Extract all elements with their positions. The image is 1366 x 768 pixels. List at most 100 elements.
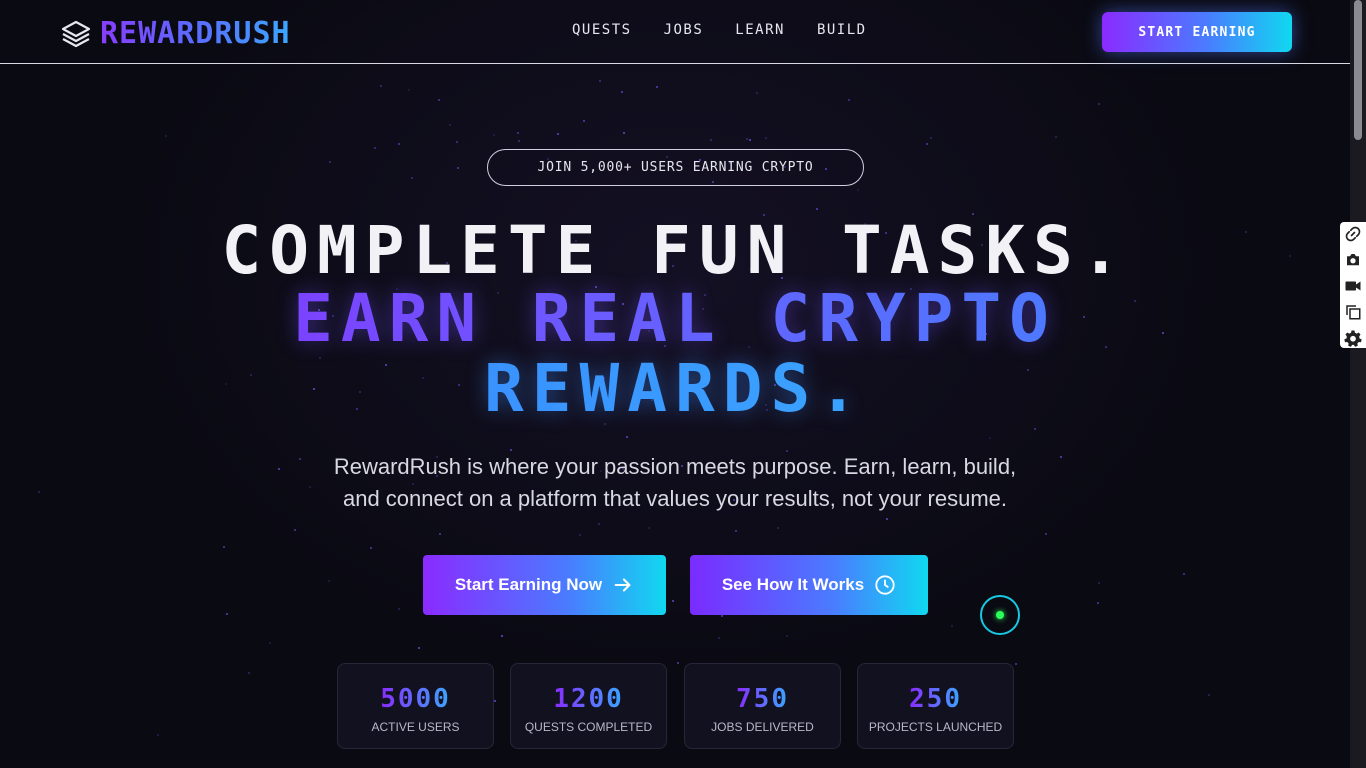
star-dot xyxy=(501,635,504,638)
vertical-scrollbar[interactable] xyxy=(1350,0,1366,768)
star-dot xyxy=(599,80,602,83)
star-dot xyxy=(379,84,382,87)
see-how-it-works-label: See How It Works xyxy=(721,575,865,594)
status-orb[interactable] xyxy=(980,595,1020,635)
star-dot xyxy=(625,436,628,439)
star-dot xyxy=(1033,428,1036,430)
star-dot xyxy=(397,142,400,145)
star-dot xyxy=(493,699,496,702)
star-dot xyxy=(989,436,992,439)
star-dot xyxy=(328,579,331,582)
star-dot xyxy=(269,641,272,644)
star-dot xyxy=(648,526,651,529)
star-dot xyxy=(294,529,297,532)
copy-icon[interactable] xyxy=(1343,302,1363,322)
star-dot xyxy=(1098,103,1101,106)
star-dot xyxy=(455,141,458,144)
star-dot xyxy=(1060,456,1063,459)
star-dot xyxy=(226,613,229,616)
start-earning-now-button[interactable]: Start Earning Now xyxy=(423,555,666,615)
star-dot xyxy=(1015,662,1017,665)
star-dot xyxy=(1096,601,1099,604)
star-dot xyxy=(439,532,442,535)
stat-label: PROJECTS LAUNCHED xyxy=(868,720,1003,734)
brand-logo[interactable]: REWARDRUSH xyxy=(60,16,291,51)
headline-line-2: EARN REAL CRYPTO xyxy=(0,280,1350,357)
main-nav: QUESTS JOBS LEARN BUILD xyxy=(572,22,867,38)
stat-value: 750 xyxy=(736,684,789,714)
nav-item-quests[interactable]: QUESTS xyxy=(572,22,632,38)
stat-card-active-users: 5000 ACTIVE USERS xyxy=(337,663,494,749)
star-dot xyxy=(776,526,779,529)
scrollbar-thumb[interactable] xyxy=(1354,0,1362,140)
star-dot xyxy=(328,160,331,163)
floating-tool-panel xyxy=(1340,222,1366,348)
users-badge: JOIN 5,000+ USERS EARNING CRYPTO xyxy=(487,149,864,186)
nav-item-build[interactable]: BUILD xyxy=(817,22,867,38)
layers-icon xyxy=(61,20,91,47)
stat-card-projects-launched: 250 PROJECTS LAUNCHED xyxy=(857,663,1014,749)
nav-item-learn[interactable]: LEARN xyxy=(735,22,785,38)
star-dot xyxy=(583,119,586,122)
stat-value: 5000 xyxy=(380,684,451,714)
stat-label: JOBS DELIVERED xyxy=(711,720,814,734)
star-dot xyxy=(598,523,601,526)
star-dot xyxy=(223,545,226,548)
clock-icon xyxy=(875,575,895,595)
star-dot xyxy=(710,138,713,141)
arrow-right-icon xyxy=(614,578,631,592)
star-dot xyxy=(1207,694,1210,697)
link-icon[interactable] xyxy=(1343,224,1363,244)
see-how-it-works-button[interactable]: See How It Works xyxy=(690,555,928,615)
hero-subtitle: RewardRush is where your passion meets p… xyxy=(300,451,1050,515)
star-dot xyxy=(516,131,519,134)
star-dot xyxy=(398,607,401,610)
star-dot xyxy=(156,734,159,737)
stat-label: ACTIVE USERS xyxy=(371,720,460,734)
star-dot xyxy=(848,99,851,102)
star-dot xyxy=(765,137,768,140)
star-dot xyxy=(756,91,759,94)
star-dot xyxy=(672,599,675,602)
star-dot xyxy=(164,134,167,137)
star-dot xyxy=(621,91,624,94)
star-dot xyxy=(437,99,440,102)
star-dot xyxy=(816,208,819,211)
star-dot xyxy=(656,85,659,88)
nav-item-jobs[interactable]: JOBS xyxy=(664,22,704,38)
stat-value: 250 xyxy=(909,684,962,714)
star-dot xyxy=(857,188,860,191)
star-dot xyxy=(749,139,752,142)
star-dot xyxy=(418,646,421,649)
headline-line-1: COMPLETE FUN TASKS. xyxy=(221,212,1129,289)
status-dot xyxy=(996,611,1004,619)
star-dot xyxy=(951,625,954,628)
video-icon[interactable] xyxy=(1343,276,1363,296)
stat-card-quests-completed: 1200 QUESTS COMPLETED xyxy=(510,663,667,749)
hero-subtitle-line-2: and connect on a platform that values yo… xyxy=(342,486,1008,511)
headline-line-3: REWARDS. xyxy=(0,350,1350,427)
camera-icon[interactable] xyxy=(1343,250,1363,270)
star-dot xyxy=(929,136,932,139)
star-dot xyxy=(557,132,560,135)
star-dot xyxy=(38,490,41,493)
star-dot xyxy=(493,133,496,136)
star-dot xyxy=(785,635,788,638)
star-dot xyxy=(370,546,373,549)
star-dot xyxy=(926,143,928,146)
stat-label: QUESTS COMPLETED xyxy=(524,720,653,734)
start-earning-now-label: Start Earning Now xyxy=(454,575,603,594)
star-dot xyxy=(718,636,721,639)
star-dot xyxy=(448,123,451,126)
start-earning-button[interactable]: START EARNING xyxy=(1102,12,1292,52)
star-dot xyxy=(746,138,749,141)
page: REWARDRUSH QUESTS JOBS LEARN BUILD START… xyxy=(0,0,1350,768)
star-dot xyxy=(623,131,626,134)
star-dot xyxy=(248,671,251,674)
gear-icon[interactable] xyxy=(1343,328,1363,348)
hero-subtitle-line-1: RewardRush is where your passion meets p… xyxy=(333,454,1017,479)
star-dot xyxy=(374,147,377,150)
star-dot xyxy=(1044,533,1047,536)
star-dot xyxy=(676,662,679,665)
star-dot xyxy=(456,167,459,170)
